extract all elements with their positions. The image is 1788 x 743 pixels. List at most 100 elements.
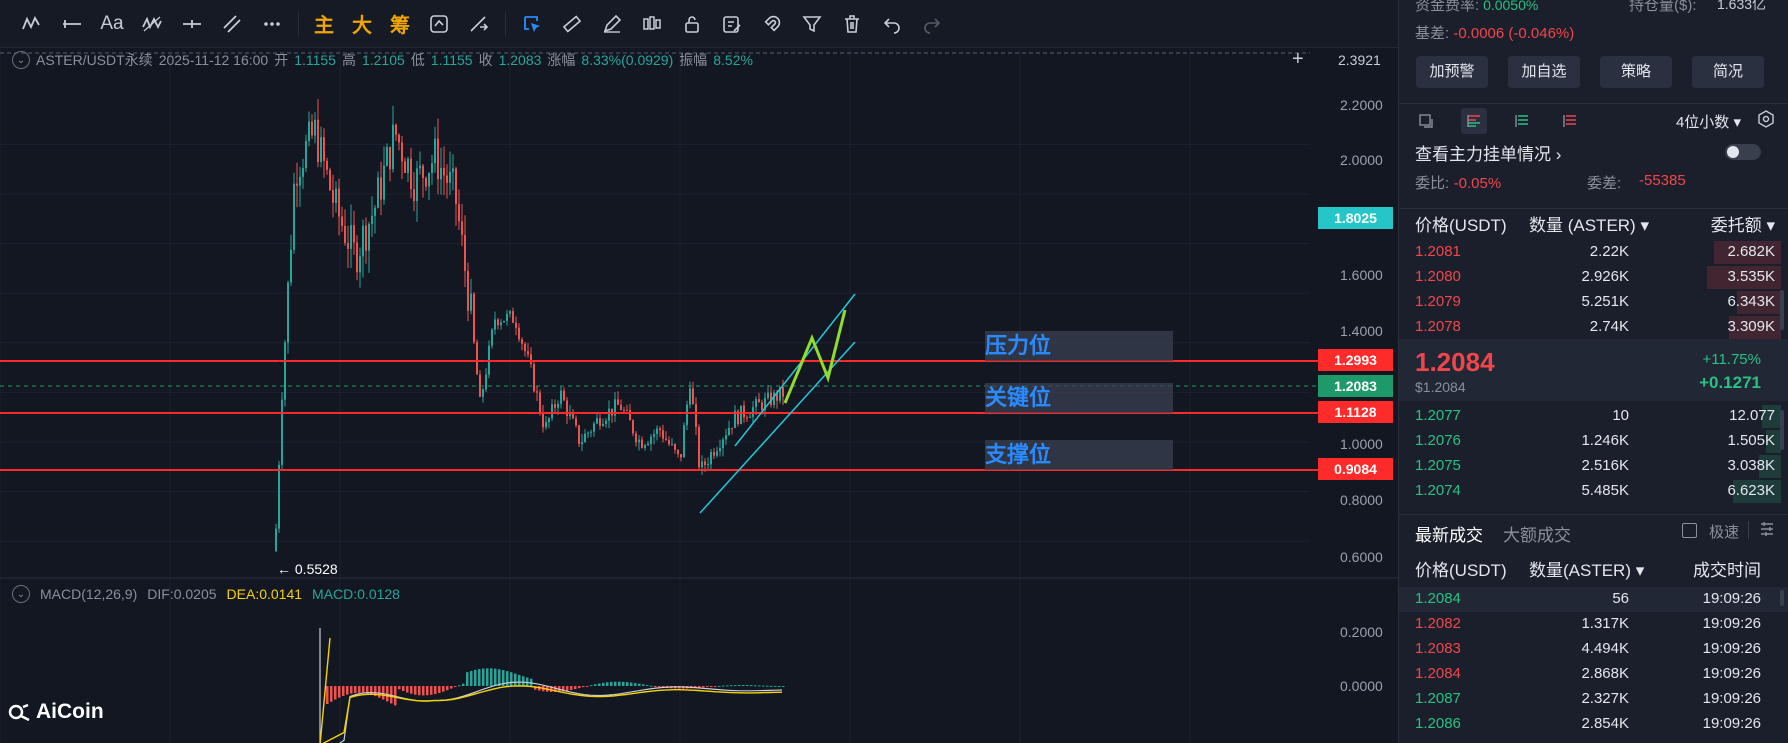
candle-body [698, 426, 700, 468]
text-tool-icon[interactable]: Aa [92, 4, 132, 44]
ask-row[interactable]: 1.2079 5.251K 6.343K [1399, 290, 1788, 315]
main-orders-toggle[interactable] [1725, 144, 1761, 160]
tab-large-trades[interactable]: 大额成交 [1503, 521, 1571, 546]
trend-pattern-icon[interactable] [12, 4, 52, 44]
cursor-select-icon[interactable] [512, 4, 552, 44]
macd-dea-line [319, 637, 783, 743]
add-watchlist-button[interactable]: 加自选 [1508, 56, 1580, 88]
candle-body [314, 119, 316, 136]
ask-row[interactable]: 1.2078 2.74K 3.309K [1399, 315, 1788, 340]
parallel-lines-icon[interactable] [212, 4, 252, 44]
trade-price: 1.2084 [1415, 590, 1461, 607]
bid-amount: 6.623K [1727, 482, 1775, 499]
horizontal-line-icon[interactable] [52, 4, 92, 44]
filter-icon[interactable] [792, 4, 832, 44]
macd-histogram-bar [710, 686, 713, 687]
more-icon[interactable] [252, 4, 292, 44]
candle-body [398, 134, 400, 143]
candle-body [395, 124, 397, 135]
candle-body [458, 204, 460, 222]
trash-icon[interactable] [832, 4, 872, 44]
macd-histogram-bar [506, 671, 509, 686]
candles-icon[interactable] [632, 4, 672, 44]
trade-row[interactable]: 1.2087 2.327K 19:09:26 [1399, 687, 1788, 712]
chart-area[interactable]: ⌄ ASTER/USDT永续 2025-11-12 16:00 开 1.1155… [0, 48, 1398, 743]
candle-body [518, 327, 520, 340]
macd-histogram-bar [646, 685, 649, 687]
tab-latest-trades[interactable]: 最新成交 [1415, 521, 1483, 546]
strategy-button[interactable]: 策略 [1600, 56, 1672, 88]
trade-row[interactable]: 1.2083 4.494K 19:09:26 [1399, 637, 1788, 662]
trade-row[interactable]: 1.2084 2.868K 19:09:26 [1399, 662, 1788, 687]
trade-row[interactable]: 1.2086 2.854K 19:09:26 [1399, 712, 1788, 737]
collapse-macd-icon[interactable]: ⌄ [12, 585, 30, 603]
trade-settings-icon[interactable] [1759, 521, 1775, 542]
ray-line-icon[interactable] [172, 4, 212, 44]
undo-icon[interactable] [872, 4, 912, 44]
edit-note-icon[interactable] [712, 4, 752, 44]
add-alert-button[interactable]: 加预警 [1416, 56, 1488, 88]
view-toggle-icon[interactable] [1413, 108, 1439, 134]
bid-row[interactable]: 1.2076 1.246K 1.505K [1399, 429, 1788, 454]
candle-body [335, 188, 337, 203]
precision-select[interactable]: 4位小数 ▾ [1676, 111, 1741, 132]
trade-header-price: 价格(USDT) [1415, 561, 1507, 580]
settings-icon[interactable] [1757, 110, 1775, 133]
candlestick-chart[interactable] [0, 48, 1398, 743]
main-indicator-button[interactable]: 主 [305, 4, 343, 44]
trade-price: 1.2087 [1415, 690, 1461, 707]
fast-checkbox[interactable] [1682, 523, 1697, 538]
trade-qty: 4.494K [1581, 640, 1629, 657]
candle-body [623, 409, 625, 411]
macd-histogram-bar [610, 681, 613, 686]
macd-histogram-bar [414, 686, 417, 695]
macd-dif: DIF:0.0205 [147, 586, 217, 602]
candle-body [710, 452, 712, 465]
candle-body [356, 242, 358, 273]
candle-body [326, 160, 328, 170]
bid-row[interactable]: 1.2074 5.485K 6.623K [1399, 479, 1788, 504]
candle-body [494, 319, 496, 330]
ratio-value: -0.05% [1453, 175, 1502, 192]
orderbook-view-row: 4位小数 ▾ [1399, 103, 1788, 134]
chip-button[interactable]: 筹 [381, 4, 419, 44]
ask-row[interactable]: 1.2081 2.22K 2.682K [1399, 240, 1788, 265]
main-orders-link[interactable]: 查看主力挂单情况 › [1399, 140, 1788, 165]
big-order-button[interactable]: 大 [343, 4, 381, 44]
bid-row[interactable]: 1.2075 2.516K 3.038K [1399, 454, 1788, 479]
magnet-icon[interactable] [752, 4, 792, 44]
candle-body [653, 434, 655, 437]
candle-body [371, 215, 373, 224]
candle-body [434, 138, 436, 164]
trade-row[interactable]: 1.2082 1.317K 19:09:26 [1399, 612, 1788, 637]
trade-row[interactable]: 1.2084 56 19:09:26 [1399, 587, 1788, 612]
overview-button[interactable]: 简况 [1692, 56, 1764, 88]
macd-histogram-bar [458, 685, 461, 687]
redo-icon[interactable] [912, 4, 952, 44]
ruler-icon[interactable] [552, 4, 592, 44]
add-indicator-icon[interactable]: + [1292, 48, 1304, 71]
collapse-legend-icon[interactable]: ⌄ [12, 51, 30, 69]
refresh-chart-icon[interactable] [419, 4, 459, 44]
trade-qty: 1.317K [1581, 615, 1629, 632]
wave-tool-icon[interactable] [132, 4, 172, 44]
asks-only-icon[interactable] [1557, 108, 1583, 134]
orderbook-scrollbar-2[interactable] [1780, 410, 1784, 450]
pencil-icon[interactable] [592, 4, 632, 44]
orderbook-scrollbar[interactable] [1780, 290, 1784, 330]
trades-scrollbar[interactable] [1780, 590, 1784, 606]
ask-row[interactable]: 1.2080 2.926K 3.535K [1399, 265, 1788, 290]
candle-body [695, 404, 697, 427]
ob-header-amount[interactable]: 委托额 ▾ [1711, 211, 1775, 236]
ob-header-qty[interactable]: 数量 (ASTER) ▾ [1529, 211, 1649, 236]
legend-change: 8.33%(0.0929) [581, 52, 674, 68]
swap-icon[interactable] [459, 4, 499, 44]
both-sides-icon[interactable] [1461, 108, 1487, 134]
candle-body [563, 390, 565, 401]
bid-row[interactable]: 1.2077 10 12.077 [1399, 404, 1788, 429]
candle-body [524, 343, 526, 352]
trade-header-qty[interactable]: 数量(ASTER) ▾ [1529, 556, 1644, 581]
last-change-pct: +11.75% [1702, 351, 1761, 368]
bids-only-icon[interactable] [1509, 108, 1535, 134]
lock-icon[interactable] [672, 4, 712, 44]
